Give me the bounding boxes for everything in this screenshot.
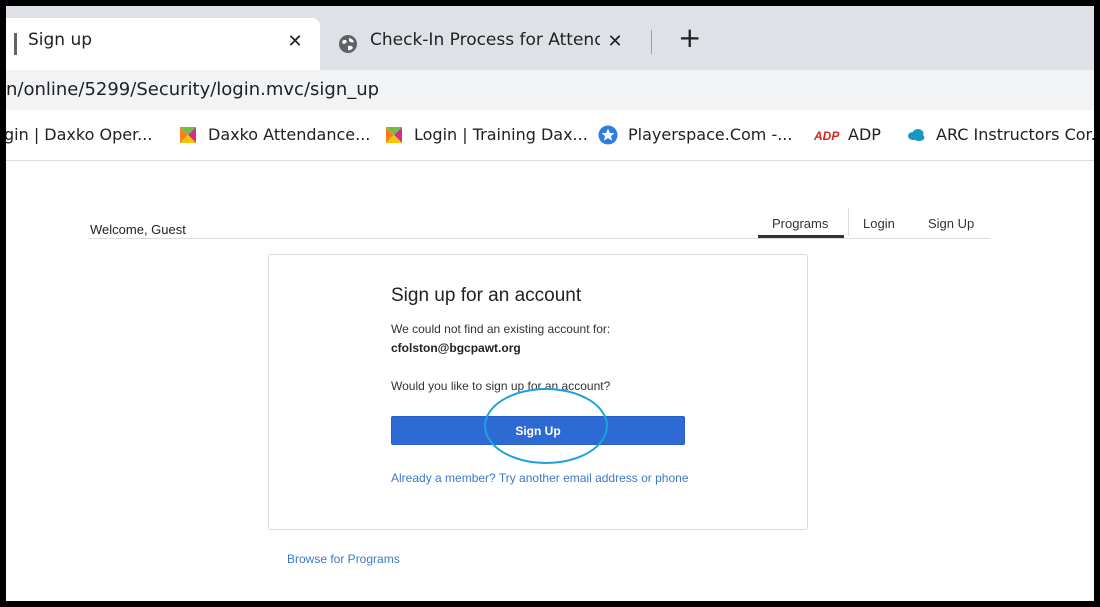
- welcome-text: Welcome, Guest: [90, 222, 186, 237]
- tab-separator: [651, 30, 652, 54]
- url-input[interactable]: [6, 70, 1094, 110]
- nav-programs[interactable]: Programs: [772, 216, 828, 231]
- card-title: Sign up for an account: [391, 285, 582, 306]
- bookmark-label: gin | Daxko Oper...: [6, 125, 153, 144]
- bookmark-label: ADP: [848, 125, 881, 144]
- daxko-icon: [180, 127, 196, 143]
- tab-sign-up[interactable]: Sign up ✕: [6, 18, 320, 70]
- tab-title: Check-In Process for Attendance: [370, 30, 600, 50]
- nav-divider: [848, 208, 849, 236]
- signup-question: Would you like to sign up for an account…: [391, 379, 611, 393]
- adp-icon: ADP: [814, 129, 840, 143]
- playerspace-icon: [598, 125, 618, 145]
- email-address: cfolston@bgcpawt.org: [391, 341, 521, 355]
- svg-text:ADP: ADP: [814, 129, 840, 143]
- new-tab-button[interactable]: +: [678, 22, 701, 54]
- bookmark-daxko-operations[interactable]: gin | Daxko Oper...: [6, 110, 152, 160]
- tab-title: Sign up: [28, 30, 93, 50]
- tab-strip: Sign up ✕ Check-In Process for Attendanc…: [6, 6, 1094, 70]
- bookmarks-bar: gin | Daxko Oper... Daxko Attendance... …: [6, 110, 1094, 161]
- globe-icon: [339, 35, 357, 53]
- sign-up-button[interactable]: Sign Up: [391, 416, 685, 445]
- address-bar: [6, 70, 1094, 110]
- header-divider: [88, 238, 990, 239]
- bookmark-label: ARC Instructors Cor...: [936, 125, 1094, 144]
- not-found-message: We could not find an existing account fo…: [391, 322, 611, 336]
- bookmark-label: Daxko Attendance...: [208, 125, 371, 144]
- tab-edge: [14, 33, 17, 55]
- try-another-email-link[interactable]: Already a member? Try another email addr…: [391, 470, 701, 487]
- tab-close-icon[interactable]: ✕: [604, 30, 626, 54]
- tab-check-in-process[interactable]: Check-In Process for Attendance ✕: [328, 18, 642, 70]
- nav-login[interactable]: Login: [863, 216, 895, 231]
- daxko-icon: [386, 127, 402, 143]
- browse-programs-link[interactable]: Browse for Programs: [287, 552, 400, 566]
- browser-window: Sign up ✕ Check-In Process for Attendanc…: [6, 6, 1094, 601]
- nav-sign-up[interactable]: Sign Up: [928, 216, 974, 231]
- salesforce-cloud-icon: [908, 129, 925, 141]
- tab-close-icon[interactable]: ✕: [284, 30, 306, 54]
- bookmark-label: Playerspace.Com -...: [628, 125, 793, 144]
- bookmark-label: Login | Training Dax...: [414, 125, 588, 144]
